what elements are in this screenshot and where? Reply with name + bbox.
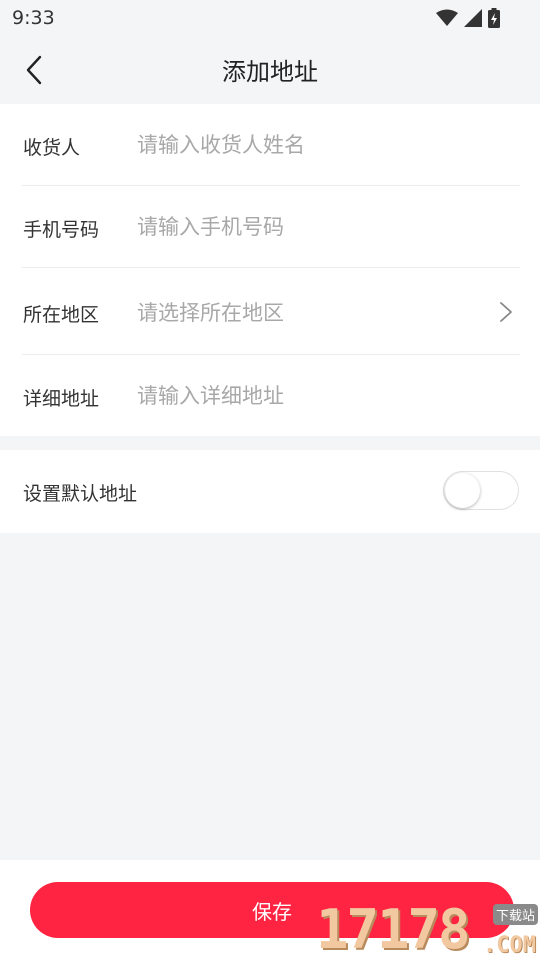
- region-label: 所在地区: [23, 304, 100, 326]
- chevron-right-icon: [500, 302, 512, 322]
- address-row: 详细地址: [0, 355, 540, 436]
- address-label: 详细地址: [23, 388, 100, 410]
- wifi-icon: [436, 9, 458, 26]
- cellular-signal-icon: [464, 9, 482, 27]
- address-form: 收货人 手机号码 所在地区 请选择所在地区 详细地址: [0, 104, 540, 436]
- status-bar: 9:33: [0, 0, 540, 38]
- recipient-label: 收货人: [23, 137, 81, 159]
- phone-row: 手机号码: [0, 186, 540, 268]
- recipient-name-input[interactable]: [137, 128, 477, 162]
- region-selector-placeholder[interactable]: 请选择所在地区: [137, 297, 284, 327]
- default-address-label: 设置默认地址: [23, 483, 138, 505]
- default-address-toggle[interactable]: [443, 471, 519, 510]
- region-row[interactable]: 所在地区 请选择所在地区: [0, 268, 540, 355]
- add-address-screen: 9:33 添加地址 收货人 请输入收货人姓名 手机号码 请输入手机号码 所在地区…: [0, 0, 540, 960]
- phone-number-input[interactable]: [137, 210, 477, 244]
- status-time: 9:33: [12, 7, 55, 29]
- battery-charging-icon: [488, 8, 500, 28]
- watermark-suffix: .COM: [483, 933, 536, 958]
- recipient-row: 收货人: [0, 104, 540, 186]
- page-title: 添加地址: [222, 58, 318, 86]
- phone-label: 手机号码: [23, 219, 100, 241]
- watermark-tag: 下载站: [492, 904, 538, 925]
- status-icons: [436, 8, 500, 28]
- default-address-row: 设置默认地址: [0, 450, 540, 533]
- detail-address-input[interactable]: [137, 379, 477, 413]
- toggle-knob: [445, 473, 480, 508]
- header: 添加地址: [0, 38, 540, 102]
- watermark-digits: 17178: [316, 898, 471, 960]
- watermark-logo: 17178 下载站 .COM: [316, 898, 540, 960]
